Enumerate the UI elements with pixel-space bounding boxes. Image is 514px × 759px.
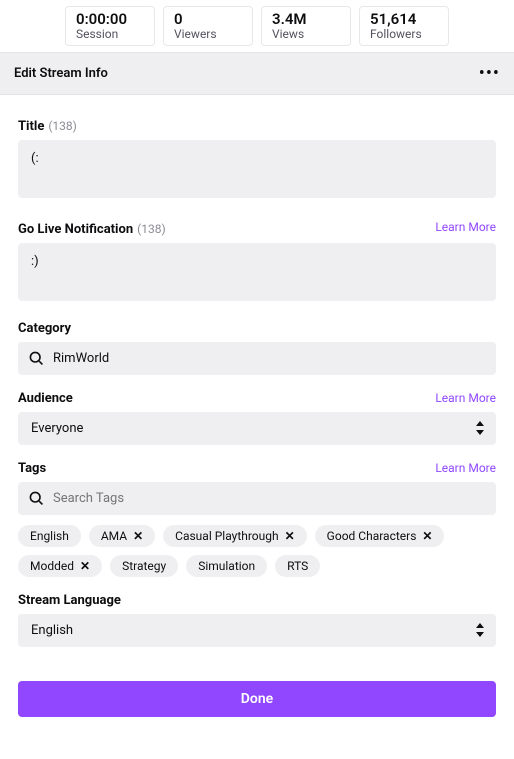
stat-views-label: Views	[272, 28, 340, 41]
title-count: (138)	[48, 119, 77, 133]
stat-viewers: 0 Viewers	[163, 6, 253, 46]
tag-list: EnglishAMA✕Casual Playthrough✕Good Chara…	[18, 525, 496, 577]
audience-label: Audience	[18, 391, 73, 406]
tag-pill[interactable]: Strategy	[110, 555, 178, 577]
panel-header: Edit Stream Info •••	[0, 53, 514, 95]
tag-label: Strategy	[122, 559, 166, 573]
category-field: Category	[18, 321, 496, 375]
notification-field: Go Live Notification (138) Learn More	[18, 218, 496, 305]
tag-pill[interactable]: Casual Playthrough ✕	[163, 525, 307, 547]
category-input[interactable]	[18, 342, 496, 375]
notification-learn-more[interactable]: Learn More	[435, 220, 496, 234]
tag-pill[interactable]: English	[18, 525, 81, 547]
tag-label: English	[30, 529, 69, 543]
edit-stream-form: Title (138) Go Live Notification (138) L…	[0, 95, 514, 735]
done-button[interactable]: Done	[18, 681, 496, 717]
tag-remove-icon[interactable]: ✕	[80, 559, 90, 573]
tags-search-input[interactable]	[18, 482, 496, 515]
notification-input[interactable]	[18, 243, 496, 301]
audience-field: Audience Learn More Everyone	[18, 391, 496, 445]
tag-pill[interactable]: AMA ✕	[89, 525, 155, 547]
tag-pill[interactable]: Modded ✕	[18, 555, 102, 577]
tag-remove-icon[interactable]: ✕	[133, 529, 143, 543]
stat-views: 3.4M Views	[261, 6, 351, 46]
audience-learn-more[interactable]: Learn More	[435, 391, 496, 405]
tags-field: Tags Learn More EnglishAMA✕Casual Playth…	[18, 461, 496, 577]
tags-learn-more[interactable]: Learn More	[435, 461, 496, 475]
tag-pill[interactable]: Good Characters ✕	[315, 525, 445, 547]
notification-count: (138)	[137, 222, 166, 236]
notification-label: Go Live Notification	[18, 222, 133, 237]
stat-followers: 51,614 Followers	[359, 6, 449, 46]
stat-viewers-label: Viewers	[174, 28, 242, 41]
search-icon	[28, 490, 44, 506]
title-label: Title	[18, 119, 44, 134]
tag-remove-icon[interactable]: ✕	[285, 529, 295, 543]
tag-label: AMA	[101, 529, 127, 543]
tag-remove-icon[interactable]: ✕	[422, 529, 432, 543]
stat-session-label: Session	[76, 28, 144, 41]
stat-viewers-value: 0	[174, 11, 242, 28]
stat-views-value: 3.4M	[272, 11, 340, 28]
tags-label: Tags	[18, 461, 46, 476]
panel-title: Edit Stream Info	[14, 66, 108, 81]
more-icon[interactable]: •••	[479, 63, 500, 84]
tag-label: Simulation	[198, 559, 255, 573]
language-label: Stream Language	[18, 593, 121, 608]
stat-session: 0:00:00 Session	[65, 6, 155, 46]
tag-pill[interactable]: Simulation	[186, 555, 267, 577]
audience-select[interactable]: Everyone	[18, 412, 496, 445]
tag-label: Modded	[30, 559, 74, 573]
search-icon	[28, 350, 44, 366]
stats-bar: 0:00:00 Session 0 Viewers 3.4M Views 51,…	[0, 0, 514, 53]
language-select[interactable]: English	[18, 614, 496, 647]
tag-label: Good Characters	[327, 529, 417, 543]
stat-followers-label: Followers	[370, 28, 438, 41]
category-label: Category	[18, 321, 71, 336]
title-input[interactable]	[18, 140, 496, 198]
tag-label: RTS	[287, 559, 308, 573]
language-field: Stream Language English	[18, 593, 496, 647]
tag-pill[interactable]: RTS	[275, 555, 320, 577]
stat-followers-value: 51,614	[370, 11, 438, 28]
title-field: Title (138)	[18, 115, 496, 202]
stat-session-value: 0:00:00	[76, 11, 144, 28]
tag-label: Casual Playthrough	[175, 529, 278, 543]
